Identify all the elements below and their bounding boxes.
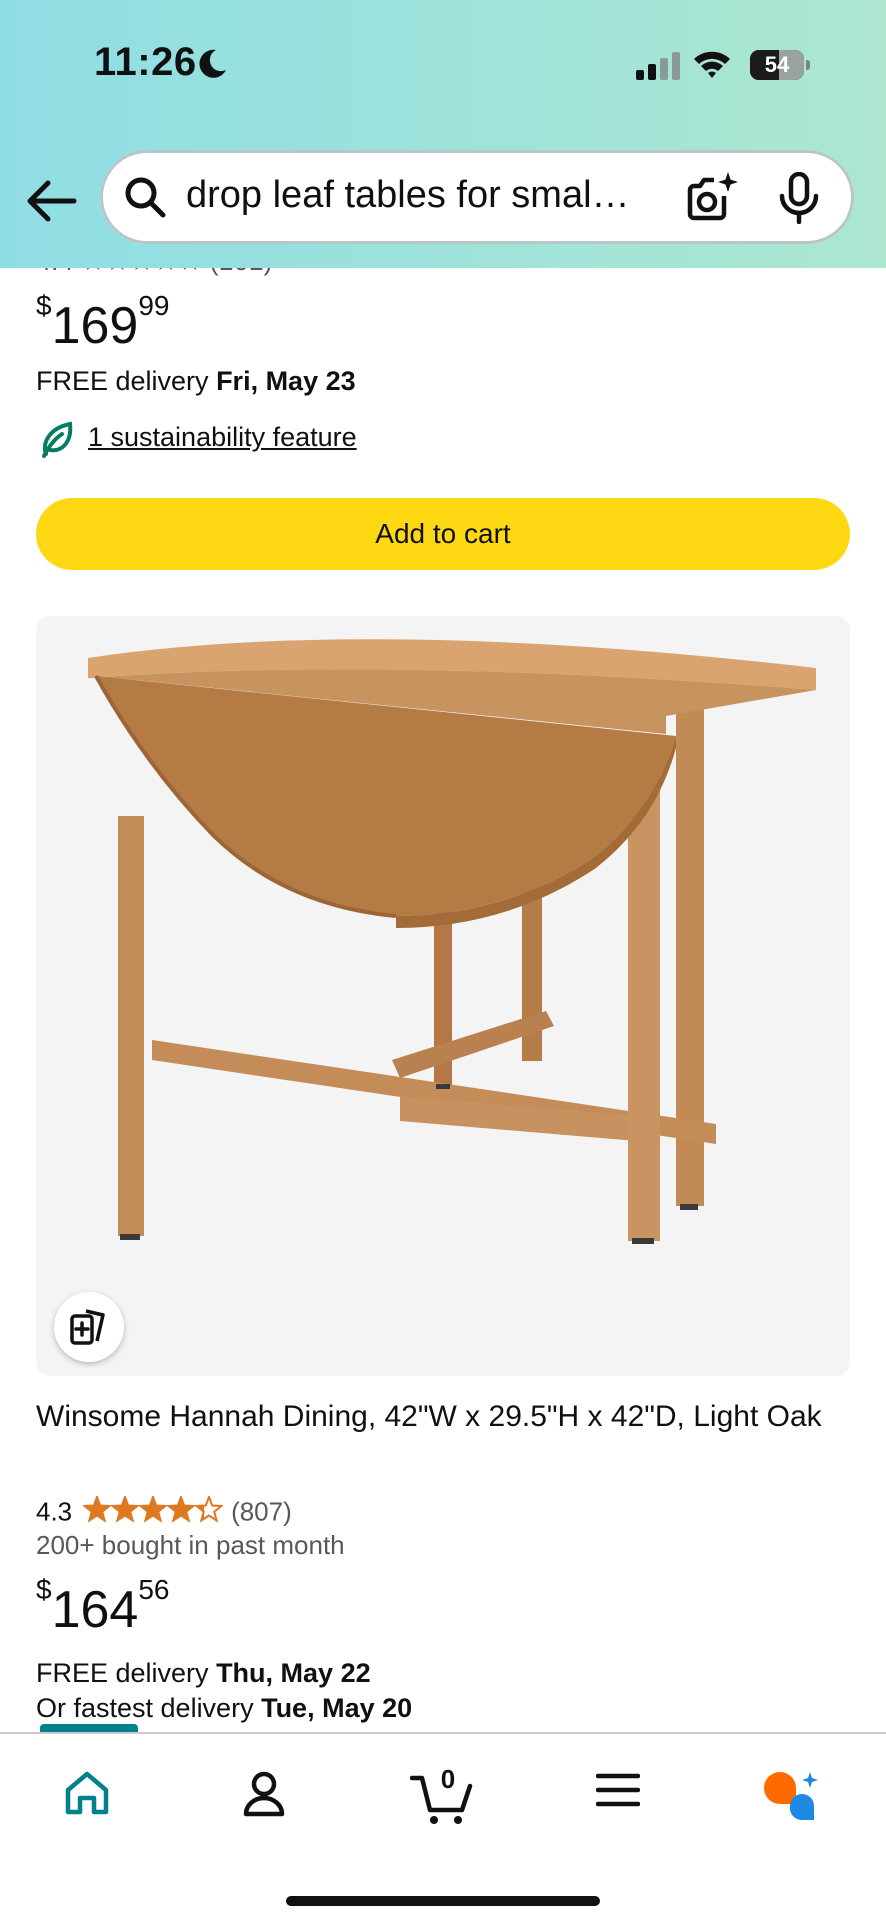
rating-count: (807) bbox=[231, 1496, 292, 1527]
signal-icon bbox=[636, 52, 680, 80]
previous-rating: 4.4 ★★★★☆ (101) bbox=[36, 268, 273, 277]
product-rating[interactable]: 4.3 (807) bbox=[36, 1496, 292, 1530]
wifi-icon bbox=[694, 51, 730, 78]
product-title[interactable]: Winsome Hannah Dining, 42"W x 29.5"H x 4… bbox=[36, 1394, 836, 1439]
home-icon[interactable] bbox=[64, 1770, 110, 1816]
previous-delivery: FREE delivery Fri, May 23 bbox=[36, 366, 356, 396]
moon-icon bbox=[199, 49, 226, 78]
back-arrow-icon[interactable] bbox=[24, 176, 78, 226]
product-image[interactable] bbox=[36, 616, 850, 1376]
battery-icon: 54 bbox=[750, 50, 810, 80]
header: 11:26 54 drop leaf tables for smal… bbox=[0, 0, 886, 268]
search-icon bbox=[125, 177, 166, 218]
table-image bbox=[88, 639, 816, 1244]
star-icon bbox=[109, 1496, 140, 1523]
cart-nav-button[interactable]: 0 bbox=[410, 1764, 474, 1826]
product-fastest-delivery: Or fastest delivery Tue, May 20 bbox=[36, 1693, 413, 1723]
active-tab-indicator bbox=[40, 1724, 138, 1732]
home-indicator bbox=[286, 1896, 600, 1906]
product-price: $16456 bbox=[36, 1574, 170, 1639]
star-icon bbox=[165, 1496, 196, 1523]
menu-icon[interactable] bbox=[596, 1770, 640, 1810]
star-icon bbox=[82, 1496, 112, 1523]
rating-value: 4.3 bbox=[36, 1496, 73, 1527]
camera-icon[interactable] bbox=[684, 170, 738, 224]
add-to-cart-button[interactable]: Add to cart bbox=[36, 498, 850, 570]
search-bar[interactable]: drop leaf tables for smal… bbox=[100, 150, 854, 244]
product-delivery: FREE delivery Thu, May 22 bbox=[36, 1658, 371, 1688]
rufus-icon[interactable] bbox=[762, 1770, 822, 1822]
search-input[interactable]: drop leaf tables for smal… bbox=[186, 174, 746, 217]
compare-button[interactable] bbox=[54, 1292, 124, 1362]
compare-cards-icon bbox=[70, 1309, 105, 1345]
status-time: 11:26 bbox=[94, 40, 197, 84]
sustainability-link[interactable]: 1 sustainability feature bbox=[88, 422, 357, 453]
mic-icon[interactable] bbox=[776, 172, 822, 224]
star-icon bbox=[193, 1496, 223, 1523]
cart-count: 0 bbox=[440, 1764, 456, 1794]
star-rating-icon bbox=[82, 1496, 223, 1523]
bought-count: 200+ bought in past month bbox=[36, 1530, 345, 1560]
battery-percent: 54 bbox=[764, 52, 790, 77]
account-icon[interactable] bbox=[242, 1770, 286, 1818]
star-icon bbox=[137, 1496, 168, 1523]
search-results: 4.4 ★★★★☆ (101) $16999 FREE delivery Fri… bbox=[0, 268, 886, 1732]
bottom-nav: 0 bbox=[0, 1724, 886, 1922]
previous-price: $16999 bbox=[36, 290, 170, 355]
leaf-icon bbox=[42, 421, 73, 458]
